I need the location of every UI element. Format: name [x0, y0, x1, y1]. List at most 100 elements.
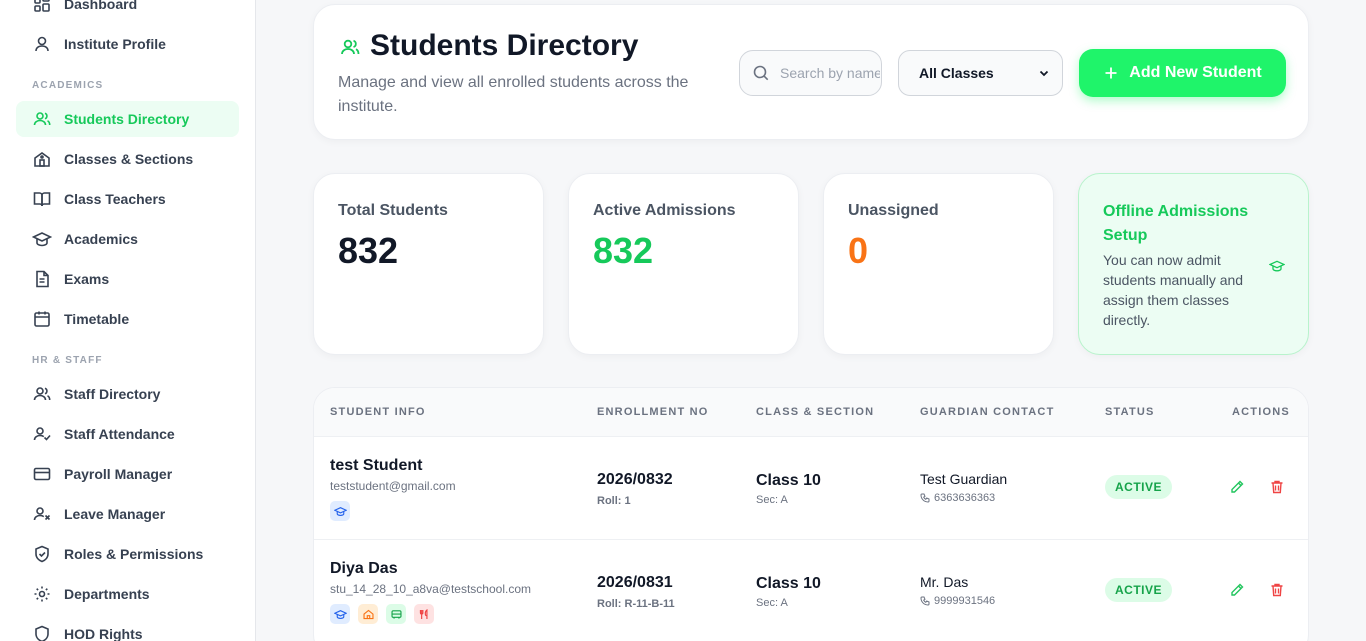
- sidebar-item-roles-permissions[interactable]: Roles & Permissions: [16, 536, 239, 572]
- sidebar-item-departments[interactable]: Departments: [16, 576, 239, 612]
- sidebar-item-classes-sections[interactable]: Classes & Sections: [16, 141, 239, 177]
- add-new-student-button[interactable]: Add New Student: [1079, 49, 1286, 97]
- students-table: STUDENT INFO ENROLLMENT NO CLASS & SECTI…: [313, 387, 1309, 641]
- sidebar-item-label: Institute Profile: [64, 36, 166, 52]
- student-name: test Student: [330, 457, 423, 474]
- enrollment-number: 2026/0832: [597, 471, 673, 488]
- phone-number: 6363636363: [934, 492, 996, 504]
- stat-label: Active Admissions: [593, 202, 736, 219]
- student-email: stu_14_28_10_a8va@testschool.com: [330, 582, 531, 596]
- stat-value: 832: [593, 230, 654, 271]
- sidebar-item-label: Payroll Manager: [64, 466, 173, 482]
- stat-value: 0: [848, 230, 869, 271]
- table-header: STUDENT INFO ENROLLMENT NO CLASS & SECTI…: [314, 388, 1308, 437]
- sidebar-item-label: Timetable: [64, 311, 130, 327]
- status-label: ACTIVE: [1105, 578, 1173, 602]
- search-box[interactable]: [739, 50, 882, 96]
- student-tags: [330, 604, 442, 626]
- sidebar-item-label: Leave Manager: [64, 506, 166, 522]
- sidebar-item-label: Staff Directory: [64, 386, 161, 402]
- pencil-icon: [1231, 583, 1244, 596]
- sidebar-item-hod-rights[interactable]: HOD Rights: [16, 616, 239, 641]
- search-icon: [753, 65, 769, 81]
- pencil-icon: [1231, 480, 1244, 493]
- sidebar-item-label: Students Directory: [64, 111, 190, 127]
- users-icon: [32, 109, 52, 129]
- document-icon: [32, 269, 52, 289]
- column-header: CLASS & SECTION: [756, 406, 875, 418]
- guardian-phone: 6363636363: [920, 492, 995, 504]
- school-icon: [32, 149, 52, 169]
- add-new-student-label: Add New Student: [1129, 64, 1262, 81]
- page-subtitle: Manage and view all enrolled students ac…: [338, 74, 689, 115]
- graduation-cap-icon: [330, 501, 350, 521]
- users-icon: [339, 36, 361, 58]
- shield-icon: [32, 624, 52, 641]
- sidebar-item-staff-directory[interactable]: Staff Directory: [16, 376, 239, 412]
- phone-number: 9999931546: [934, 595, 996, 607]
- offline-admissions-card: Offline Admissions Setup You can now adm…: [1078, 173, 1309, 355]
- sidebar-item-institute-profile[interactable]: Institute Profile: [16, 26, 239, 62]
- status-label: ACTIVE: [1105, 475, 1173, 499]
- credit-card-icon: [32, 464, 52, 484]
- table-row[interactable]: Diya Das stu_14_28_10_a8va@testschool.co…: [314, 540, 1308, 641]
- sidebar-item-students-directory[interactable]: Students Directory: [16, 101, 239, 137]
- delete-button[interactable]: [1269, 582, 1287, 600]
- graduation-cap-icon: [330, 604, 350, 624]
- sidebar-item-timetable[interactable]: Timetable: [16, 301, 239, 337]
- sidebar-item-label: Staff Attendance: [64, 426, 175, 442]
- section-label-academics: ACADEMICS: [32, 80, 104, 91]
- class-filter-select[interactable]: All Classes: [898, 50, 1063, 96]
- trash-icon: [1271, 480, 1283, 494]
- stat-card-unassigned: Unassigned 0: [823, 173, 1054, 355]
- guardian-name: Test Guardian: [920, 471, 1008, 487]
- stat-card-total-students: Total Students 832: [313, 173, 544, 355]
- edit-button[interactable]: [1229, 479, 1247, 497]
- dashboard-icon: [32, 0, 52, 14]
- plus-icon: [1105, 67, 1117, 79]
- phone-icon: [920, 596, 930, 606]
- sidebar-item-label: Exams: [64, 271, 110, 287]
- guardian-phone: 9999931546: [920, 595, 995, 607]
- section-name: Sec: A: [756, 597, 788, 609]
- graduation-cap-icon: [1268, 258, 1286, 274]
- search-input[interactable]: [780, 65, 880, 81]
- sidebar-item-label: Class Teachers: [64, 191, 166, 207]
- sidebar-item-label: Roles & Permissions: [64, 546, 204, 562]
- table-row[interactable]: test Student teststudent@gmail.com 2026/…: [314, 437, 1308, 540]
- sidebar-item-staff-attendance[interactable]: Staff Attendance: [16, 416, 239, 452]
- stat-card-active-admissions: Active Admissions 832: [568, 173, 799, 355]
- student-name: Diya Das: [330, 560, 398, 577]
- page-header-card: Students Directory Manage and view all e…: [313, 4, 1309, 140]
- offline-admissions-text: You can now admit students manually and …: [1103, 252, 1244, 328]
- roll-number: Roll: 1: [597, 495, 631, 507]
- student-tags: [330, 501, 358, 523]
- sidebar-item-label: HOD Rights: [64, 626, 143, 641]
- edit-button[interactable]: [1229, 582, 1247, 600]
- chevron-down-icon: [1039, 70, 1049, 77]
- stat-label: Unassigned: [848, 202, 939, 219]
- sidebar-item-exams[interactable]: Exams: [16, 261, 239, 297]
- section-name: Sec: A: [756, 494, 788, 506]
- sidebar-item-class-teachers[interactable]: Class Teachers: [16, 181, 239, 217]
- sidebar: Dashboard Institute Profile ACADEMICS St…: [0, 0, 256, 641]
- sidebar-item-label: Academics: [64, 231, 138, 247]
- sidebar-item-leave-manager[interactable]: Leave Manager: [16, 496, 239, 532]
- sidebar-item-label: Departments: [64, 586, 150, 602]
- class-filter-value: All Classes: [919, 65, 994, 81]
- sidebar-item-label: Dashboard: [64, 0, 138, 12]
- column-header: STATUS: [1105, 406, 1155, 418]
- guardian-name: Mr. Das: [920, 574, 969, 590]
- delete-button[interactable]: [1269, 479, 1287, 497]
- calendar-icon: [32, 309, 52, 329]
- utensils-icon: [414, 604, 434, 624]
- stat-label: Total Students: [338, 202, 448, 219]
- section-label-hr-staff: HR & STAFF: [32, 355, 103, 366]
- student-email: teststudent@gmail.com: [330, 479, 456, 493]
- column-header: GUARDIAN CONTACT: [920, 406, 1055, 418]
- phone-icon: [920, 493, 930, 503]
- sidebar-item-payroll-manager[interactable]: Payroll Manager: [16, 456, 239, 492]
- sidebar-item-academics[interactable]: Academics: [16, 221, 239, 257]
- sidebar-item-dashboard[interactable]: Dashboard: [16, 0, 239, 22]
- status-badge: ACTIVE: [1105, 578, 1173, 602]
